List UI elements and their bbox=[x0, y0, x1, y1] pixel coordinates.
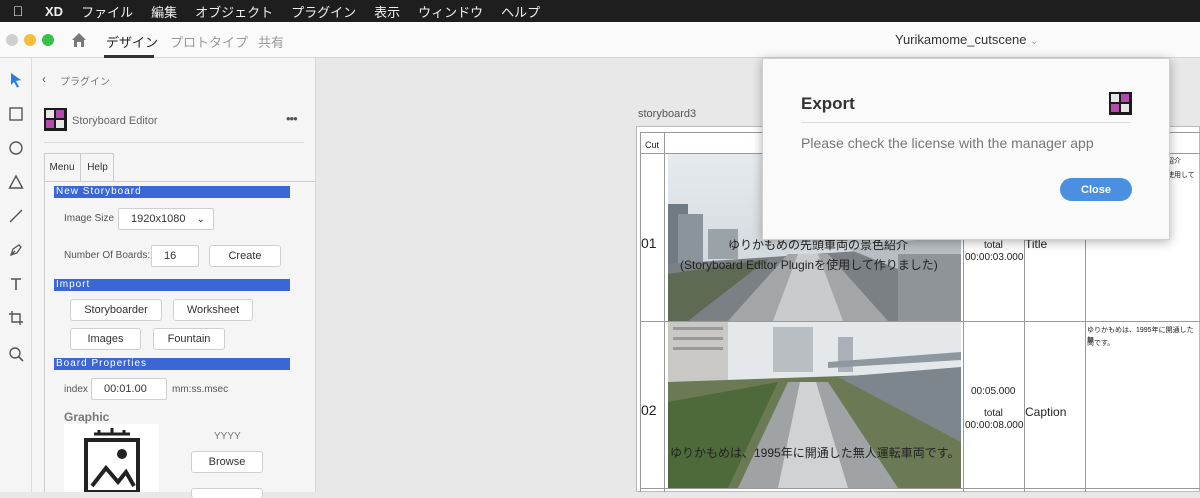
total-label: total bbox=[984, 408, 1003, 419]
import-fountain-button[interactable]: Fountain bbox=[153, 328, 225, 350]
image-size-label: Image Size bbox=[64, 213, 115, 224]
plugin-panel: ‹ プラグイン Storyboard Editor ••• Menu Help … bbox=[32, 58, 316, 498]
chevron-down-icon: ⌄ bbox=[1030, 36, 1039, 47]
tool-bar bbox=[0, 58, 32, 492]
polygon-tool-icon[interactable] bbox=[4, 170, 28, 194]
home-icon[interactable] bbox=[70, 31, 88, 49]
cut-number: 02 bbox=[641, 402, 657, 418]
menu-plugins[interactable]: プラグイン bbox=[282, 2, 365, 21]
partial-button[interactable] bbox=[191, 488, 263, 498]
board-type: Caption bbox=[1025, 405, 1067, 419]
text-tool-icon[interactable] bbox=[4, 272, 28, 296]
browse-button[interactable]: Browse bbox=[191, 451, 263, 473]
board-caption-02-line1: ゆりかもめは、1995年に開通した無人運転車両です。 bbox=[670, 446, 960, 460]
grid-line bbox=[640, 132, 641, 492]
total-duration: 00:00:03.000 bbox=[965, 252, 1024, 263]
graphic-label: Graphic bbox=[64, 410, 110, 424]
line-tool-icon[interactable] bbox=[4, 204, 28, 228]
grid-line bbox=[640, 488, 1200, 489]
plugin-logo bbox=[44, 108, 67, 131]
board-image-02[interactable] bbox=[668, 322, 961, 488]
tab-share[interactable]: 共有 bbox=[258, 32, 284, 51]
artboard-name[interactable]: storyboard3 bbox=[638, 108, 696, 120]
window-minimize-button[interactable] bbox=[24, 34, 36, 46]
dialog-message: Please check the license with the manage… bbox=[801, 135, 1094, 151]
graphic-preview bbox=[64, 424, 159, 494]
menu-app[interactable]: XD bbox=[36, 4, 72, 19]
title-bar: デザイン プロトタイプ 共有 Yurikamome_cutscene ⌄ bbox=[0, 22, 1200, 58]
grid-line bbox=[664, 132, 665, 492]
new-storyboard-header: New Storyboard bbox=[54, 186, 290, 198]
plugin-logo bbox=[1109, 92, 1132, 115]
back-to-plugins-link[interactable]: プラグイン bbox=[60, 73, 110, 88]
index-label: index bbox=[64, 384, 88, 395]
close-button[interactable]: Close bbox=[1060, 178, 1132, 201]
dialog-title: Export bbox=[801, 94, 855, 113]
board-properties-header: Board Properties bbox=[54, 358, 290, 370]
window-zoom-button[interactable] bbox=[42, 34, 54, 46]
tab-menu[interactable]: Menu bbox=[44, 153, 80, 181]
board-duration: 00:05.000 bbox=[971, 386, 1016, 397]
rectangle-tool-icon[interactable] bbox=[4, 102, 28, 126]
tab-help[interactable]: Help bbox=[80, 153, 114, 181]
tab-design[interactable]: デザイン bbox=[106, 32, 158, 51]
document-title[interactable]: Yurikamome_cutscene ⌄ bbox=[895, 32, 1039, 47]
cut-header: Cut bbox=[645, 140, 660, 150]
total-duration: 00:00:08.000 bbox=[965, 420, 1024, 431]
board-caption-01-line2: (Storyboard Editor Pluginを使用して作りました) bbox=[680, 258, 938, 272]
import-header: Import bbox=[54, 279, 290, 291]
create-button[interactable]: Create bbox=[209, 245, 281, 267]
select-tool-icon[interactable] bbox=[4, 68, 28, 92]
pen-tool-icon[interactable] bbox=[4, 238, 28, 262]
image-size-value: 1920x1080 bbox=[131, 213, 186, 225]
yyyy-label: YYYY bbox=[214, 431, 241, 442]
menu-bar:  XD ファイル 編集 オブジェクト プラグイン 表示 ウィンドウ ヘルプ bbox=[0, 0, 1200, 22]
menu-file[interactable]: ファイル bbox=[72, 2, 142, 21]
ellipse-tool-icon[interactable] bbox=[4, 136, 28, 160]
tab-prototype[interactable]: プロトタイプ bbox=[170, 32, 248, 51]
menu-help[interactable]: ヘルプ bbox=[492, 2, 549, 21]
divider bbox=[44, 142, 304, 143]
image-size-select[interactable]: 1920x1080 ⌄ bbox=[118, 208, 214, 230]
menu-object[interactable]: オブジェクト bbox=[186, 2, 282, 21]
plugin-name: Storyboard Editor bbox=[72, 115, 158, 127]
board-note-line2: 両です。 bbox=[1087, 340, 1115, 347]
menu-view[interactable]: 表示 bbox=[365, 2, 409, 21]
import-worksheet-button[interactable]: Worksheet bbox=[173, 299, 253, 321]
window-close-button[interactable] bbox=[6, 34, 18, 46]
cut-number: 01 bbox=[641, 235, 657, 251]
menu-edit[interactable]: 編集 bbox=[142, 2, 186, 21]
more-options-icon[interactable]: ••• bbox=[286, 111, 298, 126]
chevron-down-icon: ⌄ bbox=[196, 213, 205, 225]
artboard-tool-icon[interactable] bbox=[4, 306, 28, 330]
apple-icon[interactable]:  bbox=[0, 3, 36, 19]
chevron-left-icon[interactable]: ‹ bbox=[42, 72, 46, 86]
image-placeholder-icon bbox=[84, 428, 140, 494]
boards-input[interactable]: 16 bbox=[151, 245, 199, 267]
index-input[interactable]: 00:01.00 bbox=[91, 378, 167, 400]
export-dialog: Export Please check the license with the… bbox=[762, 58, 1170, 240]
import-images-button[interactable]: Images bbox=[70, 328, 141, 350]
boards-label: Number Of Boards: bbox=[64, 250, 151, 261]
index-format-label: mm:ss.msec bbox=[172, 384, 229, 395]
menu-window[interactable]: ウィンドウ bbox=[409, 2, 492, 21]
dialog-divider bbox=[801, 122, 1131, 123]
import-storyboarder-button[interactable]: Storyboarder bbox=[70, 299, 162, 321]
zoom-tool-icon[interactable] bbox=[4, 342, 28, 366]
total-label: total bbox=[984, 240, 1003, 251]
